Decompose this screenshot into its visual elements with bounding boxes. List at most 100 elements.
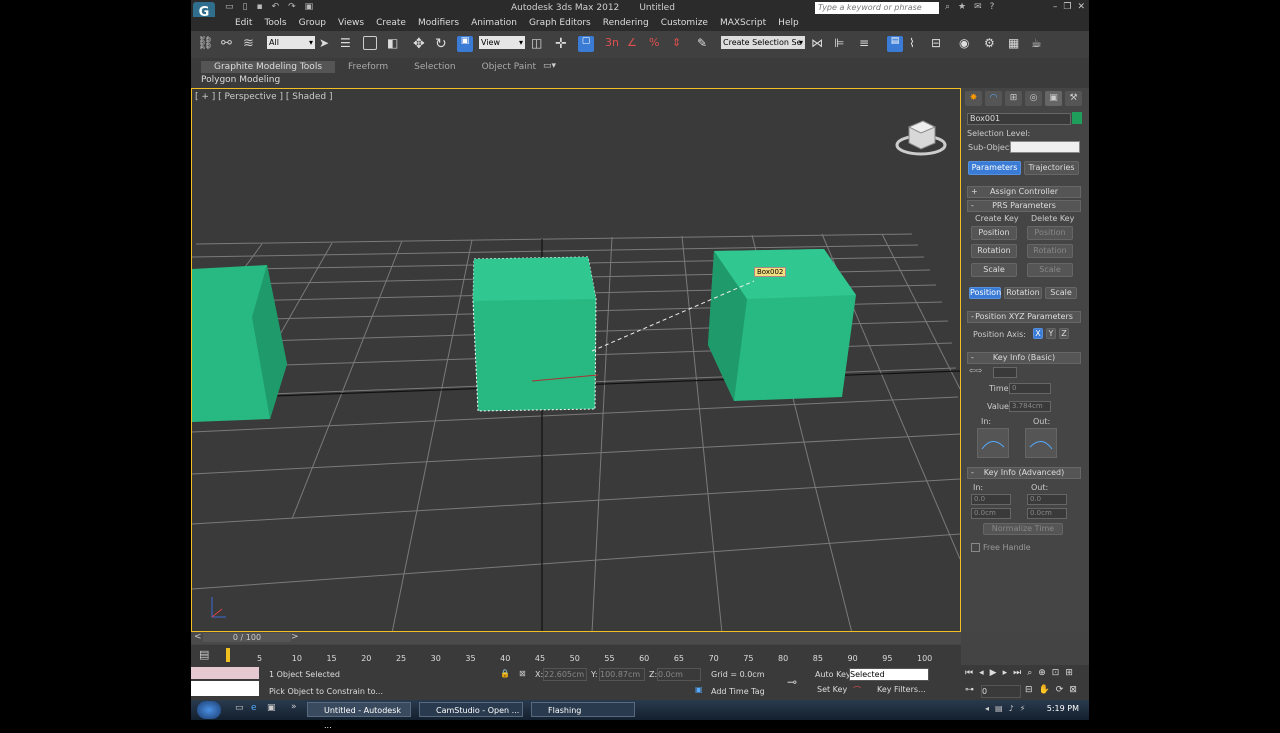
curve-editor-icon[interactable]: ⌇	[909, 36, 925, 52]
time-spinner[interactable]: 0	[1009, 383, 1051, 394]
delete-rotation-key-button[interactable]: Rotation	[1027, 244, 1073, 258]
render-production-icon[interactable]: ☕	[1031, 36, 1047, 52]
object-name-field[interactable]: Box001	[967, 113, 1071, 125]
set-key-icon[interactable]: ⊸	[787, 675, 797, 689]
create-position-key-button[interactable]: Position	[971, 226, 1017, 240]
trajectories-tab[interactable]: Trajectories	[1024, 161, 1079, 175]
bind-space-warp-icon[interactable]: ≋	[243, 36, 259, 52]
menu-create[interactable]: Create	[370, 18, 412, 28]
open-file-icon[interactable]: ▯	[243, 2, 248, 12]
ribbon-tab-selection[interactable]: Selection	[401, 61, 468, 73]
communication-icon[interactable]: ✉	[974, 2, 982, 12]
selection-filter-dropdown[interactable]: All	[267, 36, 315, 49]
create-tab-icon[interactable]: ✸	[965, 91, 982, 106]
select-and-link-icon[interactable]: ⛓	[197, 36, 214, 52]
percent-snap-icon[interactable]: %	[649, 36, 665, 52]
in-tangent-button[interactable]	[977, 428, 1009, 458]
create-scale-key-button[interactable]: Scale	[971, 263, 1017, 277]
mirror-icon[interactable]: ⋈	[811, 36, 827, 52]
unlink-icon[interactable]: ⚯	[221, 36, 237, 52]
time-slider-handle[interactable]: 0 / 100	[203, 633, 291, 642]
pivot-center-icon[interactable]: ◫	[531, 36, 547, 52]
maximize-viewport-icon[interactable]: ⊠	[1069, 685, 1077, 695]
ribbon-tab-graphite-modeling-tools[interactable]: Graphite Modeling Tools	[201, 61, 336, 73]
rect-selection-icon[interactable]	[363, 36, 377, 50]
select-object-icon[interactable]: ➤	[319, 36, 335, 52]
motion-tab-icon[interactable]: ◎	[1025, 91, 1042, 106]
viewcube-icon[interactable]	[895, 111, 947, 157]
menu-maxscript[interactable]: MAXScript	[714, 18, 772, 28]
start-button[interactable]	[197, 701, 221, 719]
assign-controller-rollout[interactable]: + Assign Controller	[967, 186, 1081, 198]
next-frame-icon[interactable]: ▸	[1003, 668, 1008, 678]
menu-graph-editors[interactable]: Graph Editors	[523, 18, 597, 28]
volume-icon[interactable]: ♪	[1009, 704, 1014, 713]
prs-parameters-rollout[interactable]: - PRS Parameters	[967, 200, 1081, 212]
edit-named-selection-icon[interactable]: ✎	[697, 36, 713, 52]
time-slider-next-icon[interactable]: >	[291, 632, 299, 642]
angle-snap-icon[interactable]: ∠	[627, 36, 643, 52]
spinner-snap-icon[interactable]: ⇕	[672, 36, 688, 52]
menu-tools[interactable]: Tools	[258, 18, 292, 28]
graphite-toggle-icon[interactable]: ▤	[887, 36, 903, 52]
utilities-tab-icon[interactable]: ⚒	[1065, 91, 1082, 106]
create-rotation-key-button[interactable]: Rotation	[971, 244, 1017, 258]
tray-icon[interactable]: ◂	[985, 704, 989, 713]
parameters-tab[interactable]: Parameters	[968, 161, 1021, 175]
adv-out-spinner-1[interactable]: 0.0	[1027, 494, 1067, 505]
perspective-viewport[interactable]: [ + ] [ Perspective ] [ Shaded ] Box002	[191, 88, 961, 632]
maxscript-listener-mini[interactable]	[191, 667, 259, 679]
scale-tab[interactable]: Scale	[1045, 287, 1077, 299]
save-icon[interactable]: ▪	[256, 2, 262, 12]
snaps-toggle-icon[interactable]: 3n	[605, 36, 621, 52]
menu-rendering[interactable]: Rendering	[597, 18, 655, 28]
key-info-basic-rollout[interactable]: - Key Info (Basic)	[967, 352, 1081, 364]
time-slider-prev-icon[interactable]: <	[194, 632, 202, 642]
adv-in-spinner-2[interactable]: 0.0cm	[971, 508, 1011, 519]
x-coordinate-field[interactable]: 22.605cm	[543, 668, 587, 681]
subscription-icon[interactable]: ★	[958, 2, 966, 12]
manipulate-icon[interactable]: ✛	[555, 36, 571, 52]
show-desktop-icon[interactable]: ▭	[235, 703, 244, 713]
restore-icon[interactable]: ❐	[1063, 2, 1071, 12]
ribbon-options-icon[interactable]: ▭▾	[543, 61, 556, 71]
schematic-view-icon[interactable]: ⊟	[931, 36, 947, 52]
ribbon-panel-label[interactable]: Polygon Modeling	[201, 75, 280, 85]
time-slider[interactable]: < 0 / 100 >	[191, 632, 961, 644]
orbit-icon[interactable]: ⟳	[1056, 685, 1064, 695]
normalize-time-button[interactable]: Normalize Time	[983, 523, 1063, 535]
key-mode-dropdown[interactable]: Selected	[849, 668, 929, 681]
modify-tab-icon[interactable]: ◠	[985, 91, 1002, 106]
quicklaunch-expand-icon[interactable]: »	[291, 702, 297, 712]
key-info-advanced-rollout[interactable]: - Key Info (Advanced)	[967, 467, 1081, 479]
menu-animation[interactable]: Animation	[465, 18, 523, 28]
ribbon-tab-object-paint[interactable]: Object Paint	[469, 61, 549, 73]
previous-frame-icon[interactable]: ◂	[979, 668, 984, 678]
position-xyz-rollout[interactable]: - Position XYZ Parameters	[967, 311, 1081, 323]
search-input[interactable]: Type a keyword or phrase	[815, 2, 939, 14]
prev-next-key-icon[interactable]: ⇦⇨	[969, 366, 982, 375]
key-number-field[interactable]	[993, 367, 1017, 378]
undo-icon[interactable]: ↶	[272, 2, 280, 12]
out-tangent-button[interactable]	[1025, 428, 1057, 458]
select-by-name-icon[interactable]: ☰	[340, 36, 356, 52]
adv-in-spinner-1[interactable]: 0.0	[971, 494, 1011, 505]
absolute-mode-icon[interactable]: ⊠	[519, 669, 526, 678]
scale-icon[interactable]: ▣	[457, 36, 473, 52]
pan-icon[interactable]: ✋	[1039, 685, 1050, 695]
keyboard-shortcut-override-icon[interactable]: ▢	[578, 36, 594, 52]
ribbon-tab-freeform[interactable]: Freeform	[335, 61, 401, 73]
z-coordinate-field[interactable]: 0.0cm	[657, 668, 701, 681]
maxscript-listener-input[interactable]	[191, 681, 259, 696]
go-to-start-icon[interactable]: ⏮	[965, 668, 973, 678]
mini-curve-editor-icon[interactable]: ▤	[199, 648, 209, 661]
menu-help[interactable]: Help	[772, 18, 805, 28]
delete-scale-key-button[interactable]: Scale	[1027, 263, 1073, 277]
task-camstudio[interactable]: CamStudio - Open ...	[419, 702, 523, 717]
zoom-extents-all-icon[interactable]: ⊞	[1065, 668, 1073, 678]
free-handle-checkbox[interactable]	[971, 543, 980, 552]
adv-out-spinner-2[interactable]: 0.0cm	[1027, 508, 1067, 519]
delete-position-key-button[interactable]: Position	[1027, 226, 1073, 240]
object-color-swatch[interactable]	[1072, 112, 1082, 124]
menu-views[interactable]: Views	[332, 18, 370, 28]
